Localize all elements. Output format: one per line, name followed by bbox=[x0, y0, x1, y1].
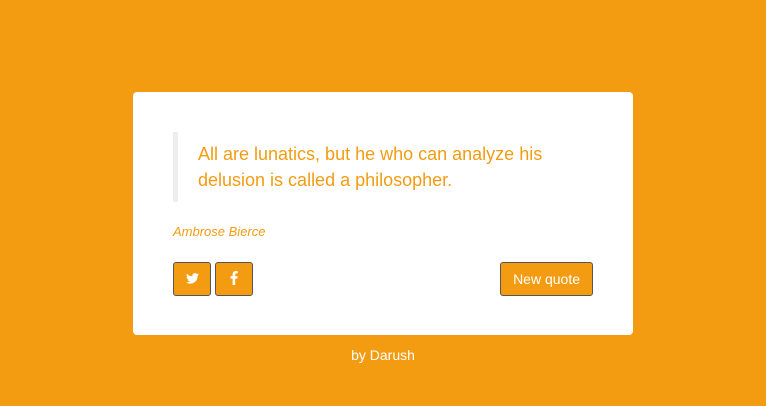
quote-card: All are lunatics, but he who can analyze… bbox=[133, 92, 633, 335]
quote-author: Ambrose Bierce bbox=[173, 224, 266, 239]
footer-credit: by Darush bbox=[351, 347, 415, 363]
quote-blockquote: All are lunatics, but he who can analyze… bbox=[173, 132, 553, 202]
share-buttons bbox=[173, 262, 253, 296]
tweet-button[interactable] bbox=[173, 262, 211, 296]
facebook-share-button[interactable] bbox=[215, 262, 253, 296]
facebook-icon bbox=[230, 270, 238, 288]
quote-text: All are lunatics, but he who can analyze… bbox=[198, 144, 543, 190]
twitter-icon bbox=[185, 272, 199, 287]
new-quote-button[interactable]: New quote bbox=[500, 262, 593, 296]
